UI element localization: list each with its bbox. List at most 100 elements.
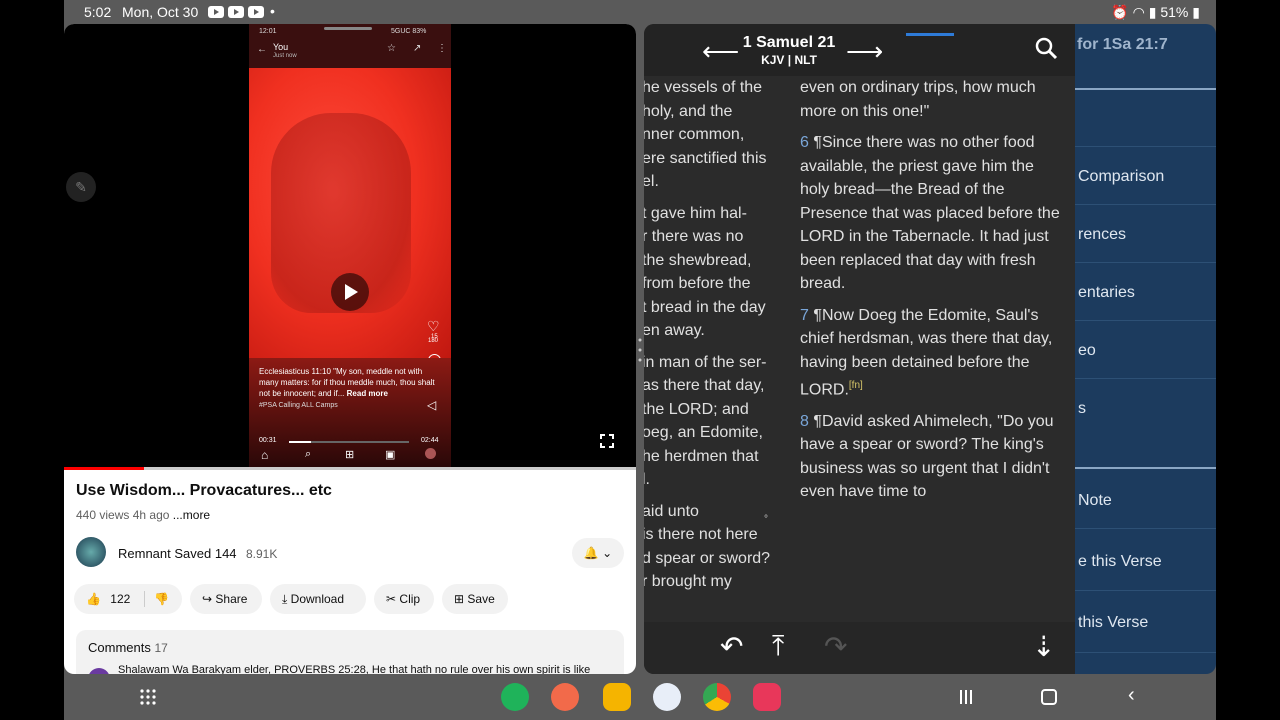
- view-count: 440 views: [76, 508, 130, 522]
- menu-item-commentaries[interactable]: entaries: [1078, 284, 1135, 302]
- next-chapter-arrow-icon[interactable]: ⟶: [846, 36, 883, 67]
- kjv-line: [644, 194, 787, 202]
- youtube-notification-icon: [208, 6, 224, 18]
- kjv-line: is there not here: [644, 526, 758, 543]
- back-history-icon[interactable]: ↶: [720, 630, 743, 663]
- forward-history-icon[interactable]: ↷: [824, 630, 847, 663]
- menu-item-comparison[interactable]: Comparison: [1078, 168, 1164, 186]
- menu-divider: [1075, 320, 1216, 321]
- pilcrow-mark: ¶: [813, 134, 822, 151]
- like-button[interactable]: 👍 122 👎: [74, 584, 182, 614]
- clock: 5:02: [84, 4, 112, 20]
- chevron-down-icon: ⌄: [602, 546, 613, 560]
- nlt-verse[interactable]: even on ordinary trips, how much more on…: [800, 76, 1060, 123]
- verse-text: David asked Ahimelech, "Do you have a sp…: [800, 412, 1054, 501]
- channel-avatar[interactable]: [76, 537, 106, 567]
- alarm-icon: ⏰: [1111, 4, 1129, 20]
- verse-number[interactable]: 6: [800, 134, 813, 151]
- nlt-verse[interactable]: 6 ¶Since there was no other food availab…: [800, 131, 1060, 296]
- chrome-app-icon[interactable]: [703, 683, 731, 711]
- video-progress-track[interactable]: [64, 467, 636, 470]
- navigation-bar: ‹: [64, 674, 1216, 720]
- video-progress-fill: [64, 467, 145, 470]
- menu-divider: [1075, 652, 1216, 653]
- footnote-marker[interactable]: [fn]: [849, 380, 863, 391]
- files-app-icon[interactable]: [603, 683, 631, 711]
- kjv-line: nner common,: [644, 126, 745, 143]
- video-player[interactable]: ✎ 12:01 5GUC 83% ← You Just now ☆ ↗ ⋮ ♡ …: [64, 24, 636, 467]
- app-drawer-icon[interactable]: [140, 689, 156, 705]
- caption-hashtag: #PSA Calling ALL Camps: [259, 402, 338, 409]
- verse-text: even on ordinary trips, how much more on…: [800, 79, 1036, 120]
- nlt-verse[interactable]: 8 ¶David asked Ahimelech, "Do you have a…: [800, 410, 1060, 504]
- tab-indicator: [906, 33, 954, 36]
- like-divider: [144, 591, 145, 607]
- messages-app-icon[interactable]: [653, 683, 681, 711]
- youtube-notification-icon: [228, 6, 244, 18]
- kjv-line: he herdmen that: [644, 447, 759, 465]
- chapter-title[interactable]: 1 Samuel 21: [742, 34, 836, 52]
- verse-number[interactable]: 8: [800, 413, 813, 430]
- download-icon: ⤓: [282, 592, 288, 606]
- video-red-frame: ♡ 180: [249, 68, 451, 367]
- thumbs-down-icon[interactable]: 👎: [154, 584, 169, 614]
- nlt-verse[interactable]: 7 ¶Now Doeg the Edomite, Saul's chief he…: [800, 304, 1060, 402]
- upload-age: 4h ago: [132, 508, 170, 522]
- download-button[interactable]: ⤓ Download: [270, 584, 366, 614]
- overlay-inbox-icon: ▣: [385, 449, 396, 461]
- channel-name[interactable]: Remnant Saved 144: [118, 546, 237, 561]
- overlay-duration: 02:44: [421, 437, 439, 444]
- phone-app-icon[interactable]: [501, 683, 529, 711]
- kjv-line: he vessels of the: [644, 79, 763, 96]
- nlt-column[interactable]: even on ordinary trips, how much more on…: [800, 76, 1060, 512]
- menu-item-video[interactable]: eo: [1078, 342, 1096, 360]
- scissors-icon: ✂: [386, 592, 397, 606]
- overlay-star-icon: ☆: [387, 43, 396, 54]
- menu-item-note[interactable]: Note: [1078, 492, 1112, 510]
- search-icon[interactable]: [1034, 36, 1058, 60]
- menu-divider: [1075, 528, 1216, 529]
- split-divider-handle[interactable]: [638, 336, 642, 364]
- scroll-top-icon[interactable]: ⤒: [772, 630, 784, 663]
- overlay-carrier: 5GUC 83%: [391, 28, 427, 35]
- date: Mon, Oct 30: [122, 4, 199, 20]
- status-bar: 5:02 Mon, Oct 30 • ⏰ ◠ ▮ 51% ▮: [64, 0, 1216, 24]
- back-icon[interactable]: ‹: [1128, 684, 1135, 707]
- play-icon[interactable]: [331, 273, 369, 311]
- save-playlist-icon: ⊞: [454, 592, 465, 606]
- menu-item-references[interactable]: rences: [1078, 226, 1126, 244]
- kjv-line: t gave him hal-: [644, 204, 747, 222]
- fullscreen-icon[interactable]: [599, 433, 615, 449]
- clip-button[interactable]: ✂ Clip: [374, 584, 434, 614]
- overlay-add-icon: ⊞: [345, 449, 355, 461]
- kjv-line: the shewbread,: [644, 251, 752, 269]
- caption-reference: Ecclesiasticus 11:10: [259, 367, 331, 376]
- home-icon[interactable]: [1041, 689, 1057, 705]
- pilcrow-mark: ¶: [813, 412, 822, 430]
- verse-text: Since there was no other food available,…: [800, 134, 1060, 292]
- screen-recorder-app-icon[interactable]: [753, 683, 781, 711]
- notification-bell-button[interactable]: 🔔 ⌄: [572, 538, 624, 568]
- pencil-icon[interactable]: ✎: [66, 172, 96, 202]
- recent-apps-icon[interactable]: [958, 689, 974, 705]
- kjv-line: en away.: [644, 322, 705, 339]
- sort-down-icon[interactable]: ⇣: [1032, 630, 1055, 663]
- menu-item-verse-2[interactable]: this Verse: [1078, 614, 1148, 632]
- overlay-posted: Just now: [273, 53, 297, 59]
- previous-chapter-arrow-icon[interactable]: ⟵: [702, 36, 739, 67]
- menu-item-verse-1[interactable]: e this Verse: [1078, 553, 1162, 571]
- kjv-line: d spear or sword?: [644, 549, 771, 567]
- version-selector[interactable]: KJV | NLT: [742, 53, 836, 67]
- save-button[interactable]: ⊞ Save: [442, 584, 508, 614]
- contacts-app-icon[interactable]: [551, 683, 579, 711]
- menu-divider: [1075, 590, 1216, 591]
- share-button[interactable]: ↪ Share: [190, 584, 262, 614]
- bible-window: ⟵ 1 Samuel 21 KJV | NLT ⟶ he vessels of …: [644, 24, 1075, 674]
- verse-number[interactable]: 7: [800, 307, 813, 324]
- comments-section[interactable]: Comments 17 Shalawam Wa Barakyam elder, …: [76, 630, 624, 674]
- battery-text: 51%: [1160, 4, 1189, 20]
- kjv-line: from before the: [644, 275, 751, 292]
- left-bezel: [0, 0, 64, 720]
- menu-item-s[interactable]: s: [1078, 400, 1086, 418]
- more-link[interactable]: ...more: [173, 508, 210, 522]
